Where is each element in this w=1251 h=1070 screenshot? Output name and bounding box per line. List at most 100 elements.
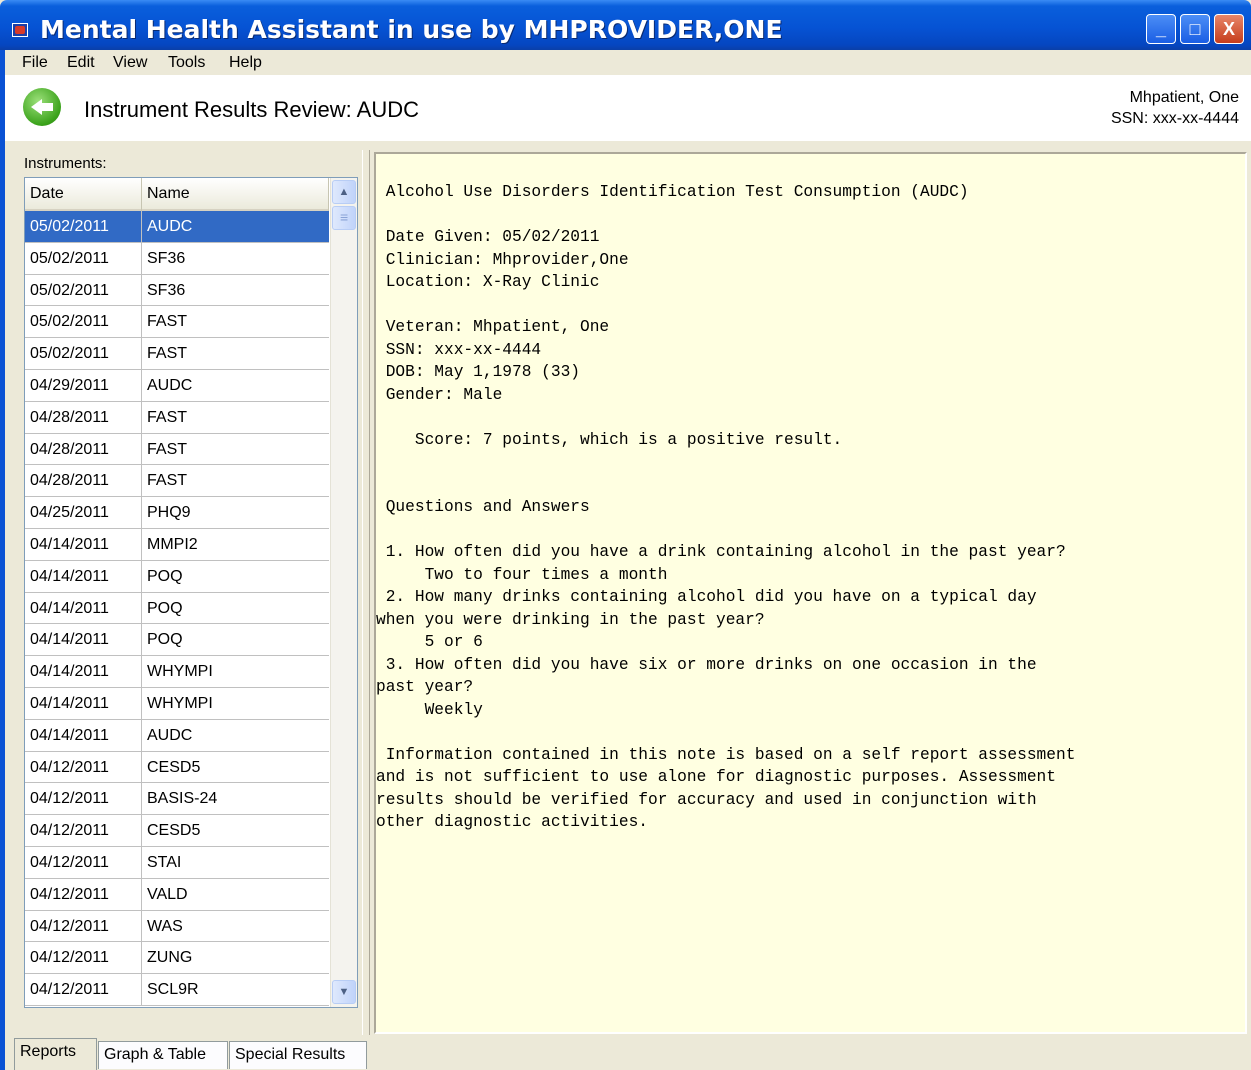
table-row[interactable]: 05/02/2011 AUDC [25, 211, 329, 243]
row-name: SCL9R [147, 981, 199, 999]
patient-name: Mhpatient, One [1129, 89, 1239, 106]
row-date: 04/12/2011 [25, 751, 142, 783]
menu-edit[interactable]: Edit [67, 54, 95, 72]
row-name: WAS [147, 917, 183, 935]
back-arrow-icon[interactable] [23, 88, 61, 126]
window-frame [0, 50, 5, 1070]
table-row[interactable]: 04/12/2011 BASIS-24 [25, 783, 329, 816]
table-row[interactable]: 04/14/2011 POQ [25, 624, 329, 657]
row-date: 04/12/2011 [25, 846, 142, 878]
row-name: FAST [147, 408, 188, 426]
table-row[interactable]: 04/12/2011 ZUNG [25, 942, 329, 975]
column-header-date[interactable]: Date [25, 178, 142, 211]
tab-special-results[interactable]: Special Results [229, 1041, 367, 1069]
table-row[interactable]: 04/12/2011 STAI [25, 846, 329, 879]
row-name: POQ [147, 567, 183, 585]
scroll-up-button[interactable]: ▲ [332, 180, 356, 204]
instruments-label: Instruments: [24, 155, 107, 172]
row-date: 04/14/2011 [25, 656, 142, 688]
table-row[interactable]: 04/14/2011 POQ [25, 592, 329, 625]
list-header: Date Name [25, 178, 329, 211]
row-date: 04/12/2011 [25, 878, 142, 910]
tab-reports[interactable]: Reports [14, 1038, 97, 1070]
title-bar[interactable]: Mental Health Assistant in use by MHPROV… [0, 0, 1251, 50]
row-name: STAI [147, 853, 182, 871]
row-date: 05/02/2011 [25, 306, 142, 338]
page-title: Instrument Results Review: AUDC [84, 97, 419, 122]
row-name: ZUNG [147, 949, 193, 967]
row-name: PHQ9 [147, 504, 191, 522]
row-date: 04/12/2011 [25, 910, 142, 942]
row-date: 04/12/2011 [25, 942, 142, 974]
row-name: SF36 [147, 281, 186, 299]
close-button[interactable]: X [1214, 14, 1244, 44]
bottom-tabs: Reports Graph & Table Special Results [14, 1038, 1251, 1070]
row-name: POQ [147, 599, 183, 617]
table-row[interactable]: 04/12/2011 CESD5 [25, 751, 329, 784]
table-row[interactable]: 04/12/2011 SCL9R [25, 974, 329, 1006]
tab-graph-table[interactable]: Graph & Table [98, 1041, 228, 1069]
table-row[interactable]: 05/02/2011 SF36 [25, 274, 329, 307]
instruments-list[interactable]: Date Name 05/02/2011 AUDC 05/02/2011 SF36 05… [24, 177, 358, 1008]
app-icon[interactable] [12, 23, 28, 37]
row-name: CESD5 [147, 822, 201, 840]
row-name: WHYMPI [147, 663, 213, 681]
row-name: BASIS-24 [147, 790, 218, 808]
row-name: WHYMPI [147, 694, 213, 712]
table-row[interactable]: 04/28/2011 FAST [25, 401, 329, 434]
table-row[interactable]: 05/02/2011 SF36 [25, 242, 329, 275]
table-row[interactable]: 04/14/2011 WHYMPI [25, 687, 329, 720]
scroll-down-button[interactable]: ▼ [332, 980, 356, 1004]
row-date: 04/12/2011 [25, 783, 142, 815]
menu-help[interactable]: Help [229, 54, 262, 72]
table-row[interactable]: 04/12/2011 VALD [25, 878, 329, 911]
scroll-thumb[interactable] [332, 206, 356, 230]
menu-file[interactable]: File [22, 54, 48, 72]
maximize-button[interactable]: □ [1180, 14, 1210, 44]
table-row[interactable]: 04/28/2011 FAST [25, 465, 329, 498]
row-date: 05/02/2011 [25, 338, 142, 370]
table-row[interactable]: 04/14/2011 WHYMPI [25, 656, 329, 688]
row-date: 04/12/2011 [25, 974, 142, 1006]
table-row[interactable]: 04/25/2011 PHQ9 [25, 497, 329, 529]
row-date: 04/14/2011 [25, 719, 142, 751]
row-name: SF36 [147, 249, 186, 267]
report-pane[interactable]: Alcohol Use Disorders Identification Tes… [374, 152, 1247, 1034]
table-row[interactable]: 04/12/2011 WAS [25, 910, 329, 943]
row-name: CESD5 [147, 758, 201, 776]
row-name: FAST [147, 472, 188, 490]
row-date: 04/12/2011 [25, 815, 142, 847]
row-date: 04/29/2011 [25, 369, 142, 401]
row-name: FAST [147, 313, 188, 331]
row-name: POQ [147, 631, 183, 649]
row-date: 04/25/2011 [25, 497, 142, 529]
row-name: AUDC [147, 218, 193, 235]
table-row[interactable]: 05/02/2011 FAST [25, 306, 329, 339]
row-date: 05/02/2011 [25, 211, 142, 242]
menu-tools[interactable]: Tools [168, 54, 205, 72]
row-name: MMPI2 [147, 535, 198, 553]
table-row[interactable]: 05/02/2011 FAST [25, 338, 329, 370]
table-row[interactable]: 04/14/2011 POQ [25, 560, 329, 593]
row-date: 04/14/2011 [25, 528, 142, 560]
report-text: Alcohol Use Disorders Identification Tes… [376, 183, 1076, 831]
patient-ssn: SSN: xxx-xx-4444 [1110, 110, 1239, 127]
menu-view[interactable]: View [113, 54, 147, 72]
row-date: 04/14/2011 [25, 687, 142, 719]
table-row[interactable]: 04/12/2011 CESD5 [25, 815, 329, 847]
row-date: 04/14/2011 [25, 560, 142, 592]
table-row[interactable]: 04/28/2011 FAST [25, 433, 329, 466]
column-header-name[interactable]: Name [142, 178, 329, 211]
row-date: 05/02/2011 [25, 274, 142, 306]
minimize-button[interactable]: _ [1146, 14, 1176, 44]
list-scrollbar[interactable]: ▲ ▼ [330, 178, 357, 1007]
row-name: AUDC [147, 726, 193, 744]
table-row[interactable]: 04/14/2011 AUDC [25, 719, 329, 752]
row-date: 04/28/2011 [25, 401, 142, 433]
pane-splitter[interactable] [362, 150, 370, 1035]
row-date: 05/02/2011 [25, 242, 142, 274]
row-name: VALD [147, 885, 188, 903]
table-row[interactable]: 04/29/2011 AUDC [25, 369, 329, 402]
row-date: 04/14/2011 [25, 592, 142, 624]
table-row[interactable]: 04/14/2011 MMPI2 [25, 528, 329, 561]
